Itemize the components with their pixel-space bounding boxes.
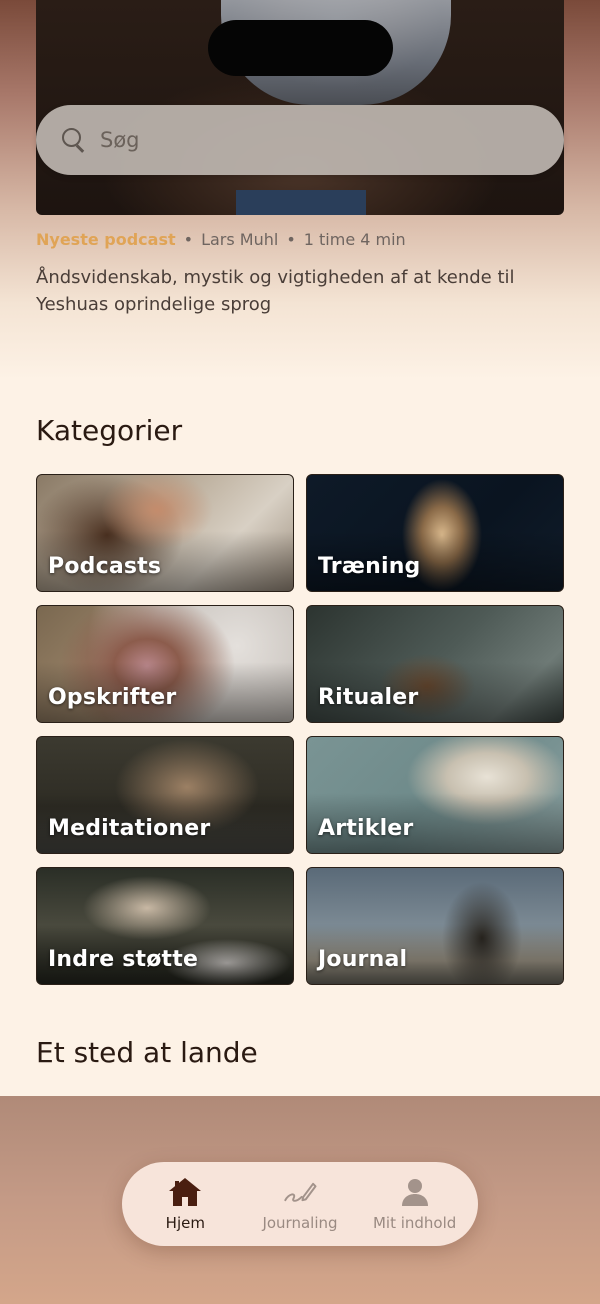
categories-heading: Kategorier	[36, 414, 183, 447]
search-bar[interactable]	[36, 105, 564, 175]
user-icon	[397, 1176, 433, 1208]
category-label: Træning	[318, 554, 421, 579]
category-card-podcasts[interactable]: Podcasts	[36, 474, 294, 592]
featured-duration: 1 time 4 min	[303, 230, 406, 249]
tab-journaling[interactable]: Journaling	[245, 1176, 355, 1232]
tab-home[interactable]: Hjem	[130, 1176, 240, 1232]
category-card-meditationer[interactable]: Meditationer	[36, 736, 294, 854]
camera-notch	[208, 20, 393, 76]
category-label: Artikler	[318, 816, 414, 841]
tab-label: Hjem	[165, 1214, 205, 1232]
category-label: Meditationer	[48, 816, 211, 841]
search-input[interactable]	[100, 128, 520, 152]
meta-separator: •	[286, 230, 296, 249]
category-card-traening[interactable]: Træning	[306, 474, 564, 592]
category-card-ritualer[interactable]: Ritualer	[306, 605, 564, 723]
category-grid: Podcasts Træning Opskrifter Ritualer Med…	[36, 474, 564, 985]
pen-icon	[282, 1176, 318, 1208]
search-icon	[62, 128, 86, 152]
hero-shirt	[236, 190, 366, 215]
home-icon	[167, 1176, 203, 1208]
featured-author: Lars Muhl	[201, 230, 279, 249]
category-label: Indre støtte	[48, 947, 199, 972]
tab-label: Mit indhold	[372, 1214, 457, 1232]
category-label: Podcasts	[48, 554, 162, 579]
category-card-artikler[interactable]: Artikler	[306, 736, 564, 854]
category-label: Opskrifter	[48, 685, 177, 710]
featured-meta: Nyeste podcast • Lars Muhl • 1 time 4 mi…	[36, 230, 406, 249]
featured-title[interactable]: Åndsvidenskab, mystik og vigtigheden af …	[36, 264, 556, 318]
category-label: Ritualer	[318, 685, 419, 710]
tab-my-content[interactable]: Mit indhold	[360, 1176, 470, 1232]
category-card-journal[interactable]: Journal	[306, 867, 564, 985]
bottom-tab-bar: Hjem Journaling Mit indhold	[122, 1162, 478, 1246]
category-card-indre-stotte[interactable]: Indre støtte	[36, 867, 294, 985]
meta-separator: •	[183, 230, 194, 249]
tab-label: Journaling	[262, 1214, 338, 1232]
category-card-opskrifter[interactable]: Opskrifter	[36, 605, 294, 723]
landing-heading: Et sted at lande	[36, 1036, 258, 1069]
featured-tag: Nyeste podcast	[36, 230, 176, 249]
category-label: Journal	[318, 947, 408, 972]
